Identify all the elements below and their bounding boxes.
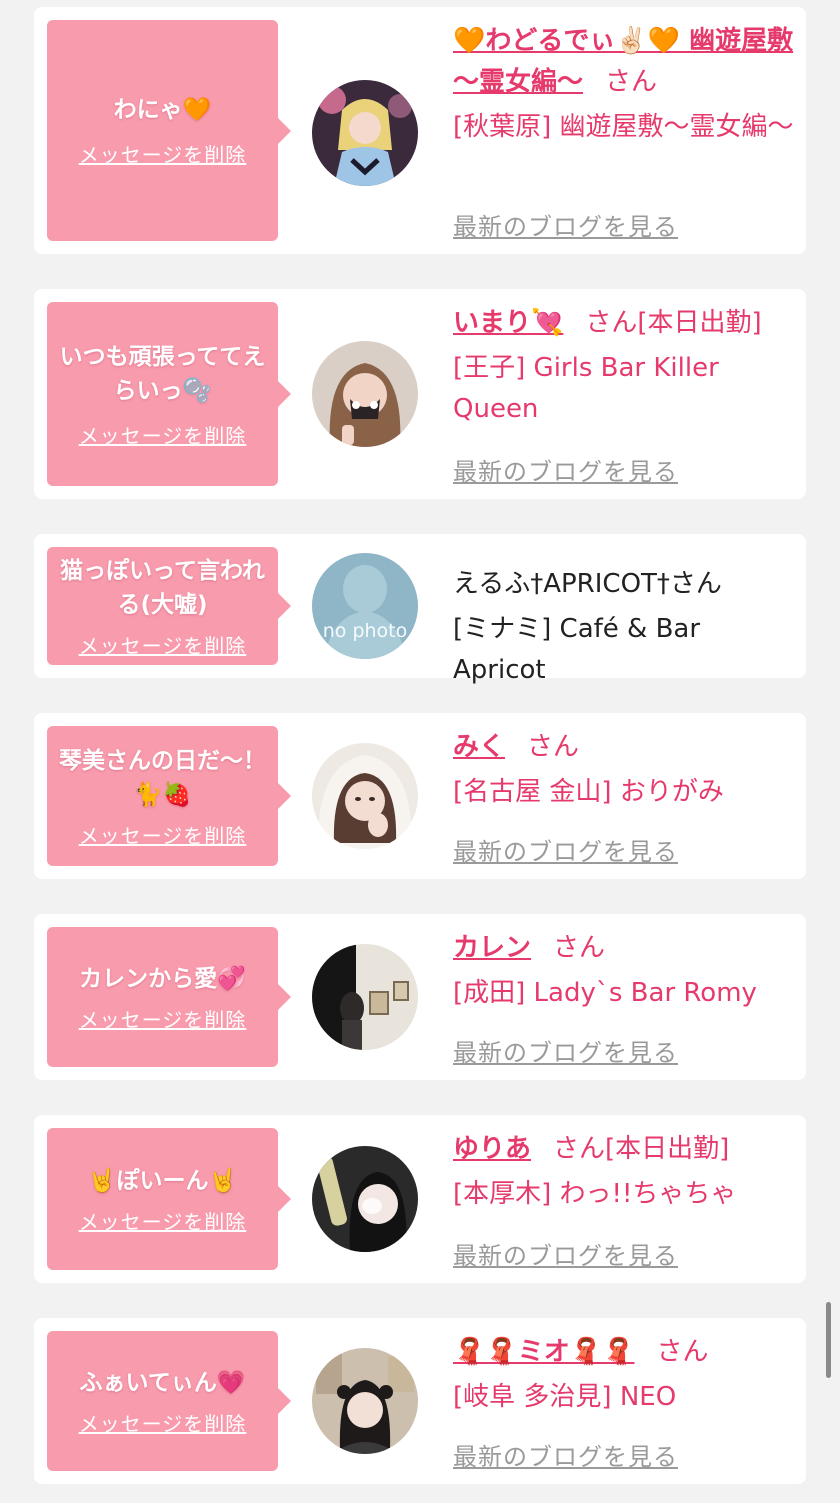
cast-name-link[interactable]: ゆりあ (453, 1134, 531, 1164)
delete-message-link[interactable]: メッセージを削除 (79, 1004, 247, 1033)
honorific: さん (585, 308, 638, 338)
delete-message-link[interactable]: メッセージを削除 (79, 1206, 247, 1235)
cast-info: ゆりあ さん[本日出勤] [本厚木] わっ!!ちゃちゃ (453, 1129, 796, 1215)
honorific: さん (553, 1134, 606, 1164)
honorific: さん (605, 67, 658, 97)
shop-name: [本厚木] わっ!!ちゃちゃ (453, 1179, 737, 1209)
delete-message-link[interactable]: メッセージを削除 (79, 1408, 247, 1437)
no-photo-avatar[interactable]: no photo (312, 553, 418, 659)
cast-info: カレン さん [成田] Lady`s Bar Romy (453, 928, 796, 1014)
avatar-photo-icon (312, 944, 418, 1050)
shop-name: [ミナミ] Café & Bar Apricot (453, 614, 701, 685)
message-bubble: いつも頑張っててえらいっ🫧 メッセージを削除 (47, 302, 291, 486)
message-bubble: 猫っぽいって言われる(大嘘) メッセージを削除 (47, 547, 291, 665)
cast-info: いまり💘 さん[本日出勤] [王子] Girls Bar Killer Queen (453, 303, 796, 430)
no-photo-icon: no photo (312, 553, 418, 659)
cast-avatar[interactable] (312, 743, 418, 849)
honorific: さん (656, 1337, 709, 1367)
delete-message-link[interactable]: メッセージを削除 (79, 820, 247, 849)
honorific: さん (553, 933, 606, 963)
cast-avatar[interactable] (312, 80, 418, 186)
latest-blog-link[interactable]: 最新のブログを見る (453, 1033, 678, 1068)
cast-avatar[interactable] (312, 1348, 418, 1454)
message-text: いつも頑張っててえらいっ🫧 (59, 343, 266, 404)
no-photo-label: no photo (323, 620, 408, 642)
message-text: わにゃ🧡 (113, 97, 212, 123)
avatar-photo-icon (312, 1348, 418, 1454)
cast-info: 🧡わどるでぃ✌🏻🧡 幽遊屋敷 〜霊女編〜 さん [秋葉原] 幽遊屋敷〜霊女編〜 (453, 21, 796, 148)
message-text: 琴美さんの日だ〜！🐈🍓 (59, 747, 266, 808)
shop-name: [王子] Girls Bar Killer Queen (453, 353, 719, 424)
shop-name: [名古屋 金山] おりがみ (453, 777, 724, 807)
cast-avatar[interactable] (312, 944, 418, 1050)
avatar-photo-icon (312, 80, 418, 186)
avatar-photo-icon (312, 743, 418, 849)
message-text: カレンから愛💞 (79, 965, 246, 992)
message-card: いつも頑張っててえらいっ🫧 メッセージを削除 いまり💘 さん[本日出勤] [王子]… (34, 289, 806, 499)
cast-name-link[interactable]: いまり💘 (453, 308, 563, 338)
cast-avatar[interactable] (312, 1146, 418, 1252)
scrollbar-thumb[interactable] (826, 1302, 831, 1378)
message-bubble: わにゃ🧡 メッセージを削除 (47, 20, 291, 241)
message-bubble: 琴美さんの日だ〜！🐈🍓 メッセージを削除 (47, 726, 291, 866)
attendance-status: [本日出勤] (605, 1134, 730, 1164)
message-text: 🤘ぽいーん🤘 (87, 1167, 238, 1194)
message-text: ふぁいてぃん💗 (79, 1369, 246, 1396)
message-list: わにゃ🧡 メッセージを削除 🧡わどるでぃ✌🏻🧡 幽遊屋敷 〜霊女編〜 さん [秋葉… (0, 0, 840, 1503)
delete-message-link[interactable]: メッセージを削除 (79, 630, 247, 659)
message-bubble: ふぁいてぃん💗 メッセージを削除 (47, 1331, 291, 1471)
cast-info: 🧣🧣ミオ🧣🧣 さん [岐阜 多治見] NEO (453, 1332, 796, 1418)
latest-blog-link[interactable]: 最新のブログを見る (453, 452, 678, 487)
honorific: さん (527, 732, 580, 762)
cast-info: みく さん [名古屋 金山] おりがみ (453, 727, 796, 813)
cast-info: えるふ†APRICOT†さん [ミナミ] Café & Bar Apricot (453, 564, 796, 691)
latest-blog-link[interactable]: 最新のブログを見る (453, 1236, 678, 1271)
message-card: 琴美さんの日だ〜！🐈🍓 メッセージを削除 みく さん [名古屋 金山] おりがみ … (34, 713, 806, 879)
message-card: カレンから愛💞 メッセージを削除 カレン さん [成田] Lady`s Bar R… (34, 914, 806, 1080)
cast-name-link[interactable]: みく (453, 732, 505, 762)
message-card: 猫っぽいって言われる(大嘘) メッセージを削除 no photo えるふ†APR… (34, 534, 806, 685)
cast-avatar[interactable] (312, 341, 418, 447)
latest-blog-link[interactable]: 最新のブログを見る (453, 207, 678, 242)
delete-message-link[interactable]: メッセージを削除 (79, 420, 247, 449)
latest-blog-link[interactable]: 最新のブログを見る (453, 1437, 678, 1472)
cast-name-link[interactable]: 🧣🧣ミオ🧣🧣 (453, 1337, 635, 1367)
message-card: 🤘ぽいーん🤘 メッセージを削除 ゆりあ さん[本日出勤] [本厚木] わっ!!ちゃ… (34, 1115, 806, 1283)
avatar-photo-icon (312, 341, 418, 447)
avatar-photo-icon (312, 1146, 418, 1252)
message-text: 猫っぽいって言われる(大嘘) (60, 557, 265, 618)
latest-blog-link[interactable]: 最新のブログを見る (453, 832, 678, 867)
cast-name: えるふ†APRICOT† (453, 569, 670, 599)
message-bubble: カレンから愛💞 メッセージを削除 (47, 927, 291, 1067)
cast-name-link[interactable]: カレン (453, 933, 531, 963)
delete-message-link[interactable]: メッセージを削除 (79, 139, 247, 168)
message-bubble: 🤘ぽいーん🤘 メッセージを削除 (47, 1128, 291, 1270)
honorific: さん (669, 569, 722, 599)
message-card: ふぁいてぃん💗 メッセージを削除 🧣🧣ミオ🧣🧣 さん [岐阜 多治見] NEO 最… (34, 1318, 806, 1484)
shop-name: [岐阜 多治見] NEO (453, 1382, 677, 1412)
attendance-status: [本日出勤] (637, 308, 762, 338)
shop-name: [秋葉原] 幽遊屋敷〜霊女編〜 (453, 112, 794, 142)
shop-name: [成田] Lady`s Bar Romy (453, 978, 757, 1008)
message-card: わにゃ🧡 メッセージを削除 🧡わどるでぃ✌🏻🧡 幽遊屋敷 〜霊女編〜 さん [秋葉… (34, 7, 806, 254)
